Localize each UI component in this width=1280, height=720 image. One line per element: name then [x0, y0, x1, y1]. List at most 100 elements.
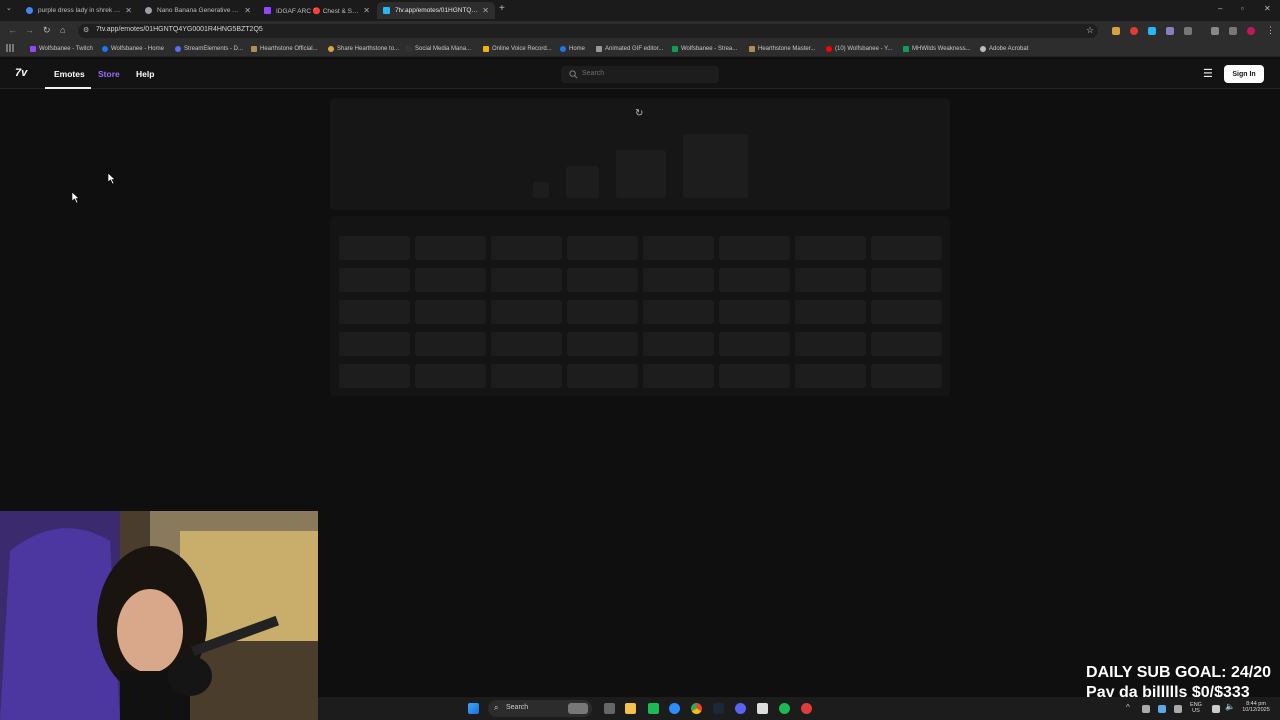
skeleton-cell: [491, 236, 562, 260]
bookmark-item[interactable]: Animated GIF editor...: [596, 44, 663, 54]
7tv-logo[interactable]: 7v: [15, 67, 27, 79]
skeleton-cell: [339, 300, 410, 324]
bookmark-item[interactable]: Online Voice Record...: [483, 44, 552, 54]
skeleton-cell: [415, 364, 486, 388]
skeleton-cell: [567, 300, 638, 324]
skeleton-cell: [643, 332, 714, 356]
new-tab-button[interactable]: +: [499, 3, 505, 14]
bookmark-item[interactable]: StreamElements - D...: [175, 44, 243, 54]
task-view-icon[interactable]: [604, 703, 615, 714]
volume-icon[interactable]: 🔈: [1225, 702, 1235, 711]
discord-icon[interactable]: [735, 703, 746, 714]
skeleton-cell: [719, 300, 790, 324]
chrome-icon[interactable]: [691, 703, 702, 714]
site-info-icon[interactable]: ⚙: [83, 26, 89, 34]
address-bar[interactable]: ⚙ 7tv.app/emotes/01HGNTQ4YG0001R4HNG5BZT…: [78, 24, 1098, 38]
tray-icon[interactable]: [1174, 705, 1182, 713]
reload-button[interactable]: ↻: [43, 25, 51, 36]
streamelements-icon: [175, 46, 181, 52]
webcam-image: [0, 511, 318, 720]
extension-icon[interactable]: [1229, 27, 1237, 35]
extension-icon[interactable]: [1130, 27, 1138, 35]
steam-icon[interactable]: [713, 703, 724, 714]
hearthstone-icon: [749, 46, 755, 52]
maximize-button[interactable]: ▫: [1241, 4, 1244, 13]
skeleton-cell: [415, 332, 486, 356]
nav-store[interactable]: Store: [98, 69, 120, 79]
bookmark-item[interactable]: Hearthstone Official...: [251, 44, 318, 54]
tab-search-icon[interactable]: ⌄: [6, 4, 12, 12]
bookmark-label: Animated GIF editor...: [605, 46, 664, 52]
bookmark-label: Adobe Acrobat: [989, 46, 1029, 52]
browser-tab[interactable]: purple dress lady in shrek - Go ✕: [20, 2, 138, 19]
sheets-icon: [672, 46, 678, 52]
close-window-button[interactable]: ✕: [1264, 4, 1271, 13]
nav-help[interactable]: Help: [136, 69, 154, 79]
bookmark-item[interactable]: Social Media Mana...: [406, 44, 471, 54]
downloads-icon[interactable]: [1211, 27, 1219, 35]
tray-icon[interactable]: [1142, 705, 1150, 713]
browser-tab[interactable]: IDGAF ARC 🔴 Chest & Should ✕: [258, 2, 376, 19]
apps-grid-icon[interactable]: [6, 44, 14, 52]
taskbar-search[interactable]: ⌕ Search: [488, 700, 592, 717]
back-button[interactable]: ←: [8, 25, 17, 35]
language-indicator[interactable]: ENG US: [1188, 702, 1204, 714]
network-icon[interactable]: [1212, 705, 1220, 713]
tab-title: Nano Banana Generative AI M: [157, 7, 241, 14]
tray-overflow-icon[interactable]: ^: [1126, 703, 1130, 712]
bookmark-item[interactable]: Share Hearthstone to...: [328, 44, 399, 54]
home-button[interactable]: ⌂: [60, 25, 65, 35]
webcam-feed: [0, 511, 318, 720]
extension-icon[interactable]: [1148, 27, 1156, 35]
search-icon: [569, 70, 578, 79]
loading-spinner-icon: ↻: [635, 108, 644, 119]
bookmark-item[interactable]: Home: [560, 44, 585, 54]
tab-close-icon[interactable]: ✕: [125, 6, 132, 15]
forward-button[interactable]: →: [25, 25, 34, 35]
zoom-icon[interactable]: [669, 703, 680, 714]
tab-close-icon[interactable]: ✕: [244, 6, 251, 15]
bookmark-item[interactable]: Adobe Acrobat: [980, 44, 1028, 54]
profile-avatar[interactable]: [1247, 27, 1255, 35]
chrome-menu-icon[interactable]: ⋮: [1266, 25, 1275, 36]
file-explorer-icon[interactable]: [625, 703, 636, 714]
extensions-puzzle-icon[interactable]: [1184, 27, 1192, 35]
sign-in-button[interactable]: Sign In: [1224, 65, 1264, 83]
skeleton-cell: [567, 364, 638, 388]
search-input[interactable]: Search: [561, 66, 719, 83]
bookmark-item[interactable]: Wolfsbanee - Twitch: [30, 44, 93, 54]
site-header: 7v Emotes Store Help Search ☰ Sign In: [0, 60, 1280, 89]
bookmark-item[interactable]: Wolfsbanee - Home: [102, 44, 164, 54]
menu-icon[interactable]: ☰: [1203, 67, 1213, 80]
emote-preview-skeleton: [616, 150, 666, 198]
bookmark-item[interactable]: MHWilds Weakness...: [903, 44, 971, 54]
emote-preview-skeleton: [533, 182, 549, 198]
mouse-cursor-icon: [108, 173, 116, 184]
browser-tab[interactable]: Nano Banana Generative AI M ✕: [139, 2, 257, 19]
bookmark-label: StreamElements - D...: [184, 46, 244, 52]
app-icon[interactable]: [648, 703, 659, 714]
bookmark-item[interactable]: Hearthstone Master...: [749, 44, 815, 54]
obs-icon[interactable]: [801, 703, 812, 714]
spotify-icon[interactable]: [779, 703, 790, 714]
tab-close-icon[interactable]: ✕: [482, 6, 489, 15]
bookmark-star-icon[interactable]: ☆: [1086, 25, 1094, 36]
clock[interactable]: 8:44 pm 10/12/2025: [1236, 701, 1276, 713]
tab-close-icon[interactable]: ✕: [363, 6, 370, 15]
tray-icon[interactable]: [1158, 705, 1166, 713]
windows-start-icon[interactable]: [468, 703, 479, 714]
skeleton-cell: [795, 268, 866, 292]
app-icon[interactable]: [757, 703, 768, 714]
tab-title: purple dress lady in shrek - Go: [38, 7, 122, 14]
browser-tab-active[interactable]: 7tv.app/emotes/01HGNTQ4YG ✕: [377, 2, 495, 19]
bookmark-item[interactable]: (10) Wolfsbanee - Y...: [826, 44, 892, 54]
skeleton-cell: [871, 300, 942, 324]
minimize-button[interactable]: –: [1218, 4, 1222, 13]
nav-emotes[interactable]: Emotes: [54, 69, 85, 79]
bookmark-item[interactable]: Wolfsbanee - Strea...: [672, 44, 737, 54]
tab-title: IDGAF ARC 🔴 Chest & Should: [276, 7, 360, 15]
extension-icon[interactable]: [1112, 27, 1120, 35]
youtube-icon: [826, 46, 832, 52]
extension-icon[interactable]: [1166, 27, 1174, 35]
emote-preview-skeleton: [566, 166, 599, 198]
